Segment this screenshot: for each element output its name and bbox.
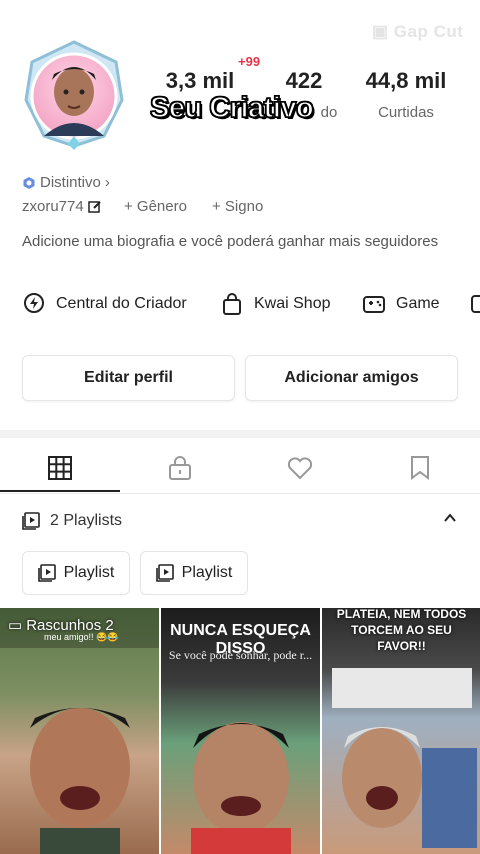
active-tab-indicator [0,490,120,492]
username-row[interactable]: zxoru774 [22,198,102,215]
game-label: Game [396,295,440,312]
partial-icon [471,295,480,313]
playlist-icon [37,564,56,582]
chevron-right-icon: › [104,174,110,191]
tab-saved[interactable] [360,448,480,488]
kwai-shop-label: Kwai Shop [254,295,331,312]
gender-button[interactable]: + Gênero [124,198,187,215]
playlist-label: Playlist [63,564,115,581]
video-grid: ▭ Rascunhos 2 meu amigo!! 😂😂 NUNCA ESQUEÇ… [0,608,480,854]
stat-following-label: do [320,104,338,121]
chevron-up-icon[interactable] [442,510,458,531]
video-thumbnail-3[interactable]: PLATEIA, NEM TODOS TORCEM AO SEU FAVOR!! [322,608,480,854]
distintivo-link[interactable]: Distintivo › [22,174,110,191]
creator-center-shortcut[interactable]: Central do Criador [22,292,187,316]
tab-liked[interactable] [240,448,360,488]
avatar[interactable] [22,40,126,150]
edit-profile-button[interactable]: Editar perfil [22,355,235,401]
more-shortcut-partial[interactable] [470,292,480,316]
kwai-shop-shortcut[interactable]: Kwai Shop [220,292,331,316]
bolt-icon [24,293,44,313]
playlist-button-1[interactable]: Playlist [22,551,130,595]
watermark-icon: ▣ [372,22,394,41]
bio-prompt[interactable]: Adicione uma biografia e você poderá gan… [22,232,442,251]
watermark: ▣ Gap Cut [372,22,464,41]
sign-button[interactable]: + Signo [212,198,263,215]
drafts-caption: Rascunhos 2 [26,616,114,634]
video-thumbnail-2[interactable]: NUNCA ESQUEÇA DISSO Se você pode sonhar,… [161,608,320,854]
grid-icon [48,456,72,480]
add-friends-button[interactable]: Adicionar amigos [245,355,458,401]
playlist-icon [22,512,40,530]
video-subtext: Se você pode sonhar, pode r... [168,648,313,662]
bookmark-icon [411,456,429,480]
playlist-icon [155,564,174,582]
video-subtext: meu amigo!! 😂😂 [44,632,119,642]
playlist-button-2[interactable]: Playlist [140,551,248,595]
notification-badge: +99 [238,54,261,69]
stat-likes[interactable]: 44,8 mil Curtidas [360,68,452,121]
stat-likes-value: 44,8 mil [365,68,447,93]
overlay-caption: Seu Criativo [149,91,314,125]
playlists-count: 2 Playlists [50,512,123,529]
tab-divider [0,493,480,494]
lock-icon [169,456,191,480]
stat-likes-label: Curtidas [378,104,434,121]
username: zxoru774 [22,198,84,215]
badge-hexagon-icon [23,176,35,189]
tab-private[interactable] [120,448,240,488]
stat-followers[interactable]: 3,3 mil [160,68,240,94]
tab-grid[interactable] [0,448,120,488]
section-divider [0,430,480,438]
drafts-icon: ▭ [8,617,23,634]
video-caption: PLATEIA, NEM TODOS TORCEM AO SEU FAVOR!! [336,608,467,653]
gamepad-icon [363,296,385,313]
edit-icon[interactable] [87,200,102,214]
heart-icon [287,457,313,480]
distintivo-label: Distintivo [40,174,101,191]
video-thumbnail-drafts[interactable]: ▭ Rascunhos 2 meu amigo!! 😂😂 [0,608,159,854]
game-shortcut[interactable]: Game [362,292,440,316]
shopping-bag-icon [223,293,241,315]
stat-followers-value: 3,3 mil [165,68,235,93]
creator-center-label: Central do Criador [56,295,187,312]
stat-following-value: 422 [285,68,323,93]
playlist-label: Playlist [181,564,233,581]
stat-following[interactable]: 422 [264,68,344,94]
playlists-header[interactable]: 2 Playlists [22,512,122,530]
